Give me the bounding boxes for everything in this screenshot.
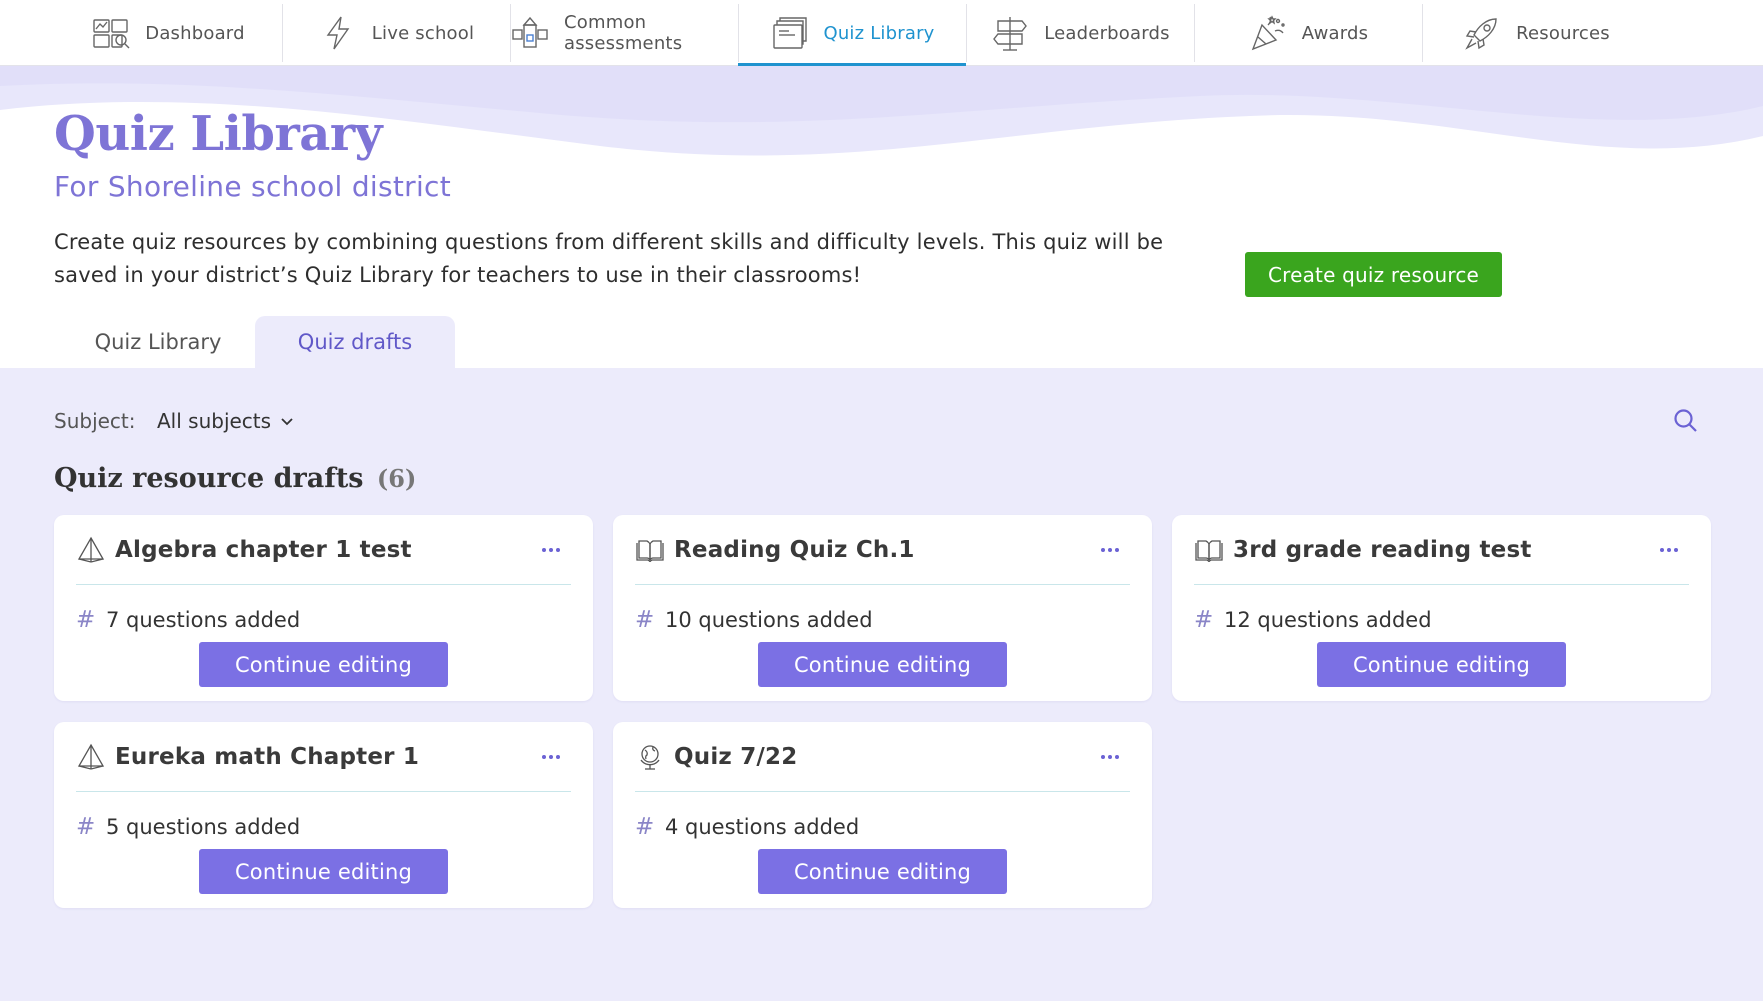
globe-icon (640, 744, 660, 770)
nav-item-label: Awards (1301, 22, 1369, 44)
nav-item-dashboard[interactable]: Dashboard (54, 0, 282, 66)
hash-icon: # (635, 814, 655, 840)
hash-icon: # (76, 814, 96, 840)
more-options-icon[interactable] (539, 747, 563, 767)
continue-editing-button[interactable]: Continue editing (1317, 642, 1566, 687)
search-icon[interactable] (1671, 406, 1701, 436)
draft-card: Reading Quiz Ch.1 # 10 questions added C… (613, 515, 1152, 701)
continue-editing-button[interactable]: Continue editing (758, 849, 1007, 894)
draft-card: Quiz 7/22 # 4 questions added Continue e… (613, 722, 1152, 908)
question-count-text: 4 questions added (665, 815, 860, 839)
subject-filter-label: Subject: (54, 409, 136, 433)
page-title: Quiz Library (54, 106, 383, 162)
tab-quiz-drafts[interactable]: Quiz drafts (255, 316, 455, 368)
assessments-icon (512, 16, 548, 48)
subject-filter-dropdown[interactable]: All subjects (157, 409, 295, 433)
more-options-icon[interactable] (1098, 540, 1122, 560)
nav-item-label: Resources (1516, 22, 1610, 44)
draft-card-title[interactable]: Eureka math Chapter 1 (115, 744, 419, 770)
dashboard-icon (93, 19, 130, 49)
question-count: # 12 questions added (1194, 607, 1432, 633)
draft-card: Eureka math Chapter 1 # 5 questions adde… (54, 722, 593, 908)
tab-quiz-library[interactable]: Quiz Library (60, 316, 256, 368)
nav-item-label: Common assessments (564, 12, 683, 54)
party-popper-icon (1251, 15, 1285, 51)
geometry-icon (77, 536, 105, 563)
nav-item-common-assessments[interactable]: Common assessments (510, 0, 738, 66)
nav-item-label: Live school (371, 22, 475, 44)
question-count: # 4 questions added (635, 814, 859, 840)
drafts-count: (6) (376, 464, 417, 493)
nav-item-label: Dashboard (145, 22, 245, 44)
top-navigation: Dashboard Live school Common assessments… (0, 0, 1763, 67)
draft-card: Algebra chapter 1 test # 7 questions add… (54, 515, 593, 701)
nav-item-quiz-library[interactable]: Quiz Library (738, 0, 966, 67)
hash-icon: # (1194, 607, 1214, 633)
hash-icon: # (76, 607, 96, 633)
section-heading: Quiz resource drafts (6) (54, 463, 416, 494)
draft-card-header: Algebra chapter 1 test (76, 515, 571, 585)
nav-item-label: Quiz Library (823, 22, 935, 44)
nav-item-awards[interactable]: Awards (1194, 0, 1422, 66)
continue-editing-button[interactable]: Continue editing (758, 642, 1007, 687)
nav-item-resources[interactable]: Resources (1422, 0, 1650, 66)
question-count: # 10 questions added (635, 607, 873, 633)
question-count: # 7 questions added (76, 607, 300, 633)
book-icon (636, 539, 664, 562)
chevron-down-icon (281, 418, 293, 426)
draft-card-header: Quiz 7/22 (635, 722, 1130, 792)
page-description: Create quiz resources by combining quest… (54, 230, 1164, 287)
draft-card-header: 3rd grade reading test (1194, 515, 1689, 585)
page-subtitle: For Shoreline school district (54, 170, 452, 203)
draft-card-header: Reading Quiz Ch.1 (635, 515, 1130, 585)
question-count-text: 7 questions added (106, 608, 301, 632)
section-heading-text: Quiz resource drafts (54, 463, 364, 494)
draft-card-title[interactable]: 3rd grade reading test (1233, 537, 1532, 563)
quiz-library-icon (773, 17, 808, 49)
question-count-text: 12 questions added (1224, 608, 1432, 632)
continue-editing-button[interactable]: Continue editing (199, 849, 448, 894)
book-icon (1195, 539, 1223, 562)
hash-icon: # (635, 607, 655, 633)
draft-card-title[interactable]: Reading Quiz Ch.1 (674, 537, 915, 563)
more-options-icon[interactable] (1098, 747, 1122, 767)
question-count-text: 5 questions added (106, 815, 301, 839)
page-header: Quiz Library For Shoreline school distri… (0, 66, 1763, 368)
question-count: # 5 questions added (76, 814, 300, 840)
rocket-icon (1465, 18, 1497, 50)
leaderboard-icon (993, 17, 1028, 51)
lightning-icon (326, 16, 350, 50)
more-options-icon[interactable] (1657, 540, 1681, 560)
question-count-text: 10 questions added (665, 608, 873, 632)
subject-filter-value: All subjects (157, 409, 272, 433)
draft-card-title[interactable]: Algebra chapter 1 test (115, 537, 412, 563)
create-quiz-resource-button[interactable]: Create quiz resource (1245, 252, 1502, 297)
nav-item-label: Leaderboards (1044, 22, 1170, 44)
more-options-icon[interactable] (539, 540, 563, 560)
draft-card-header: Eureka math Chapter 1 (76, 722, 571, 792)
nav-item-live-school[interactable]: Live school (282, 0, 510, 66)
draft-card: 3rd grade reading test # 12 questions ad… (1172, 515, 1711, 701)
geometry-icon (77, 743, 105, 770)
continue-editing-button[interactable]: Continue editing (199, 642, 448, 687)
nav-item-leaderboards[interactable]: Leaderboards (966, 0, 1194, 66)
draft-card-title[interactable]: Quiz 7/22 (674, 744, 797, 770)
